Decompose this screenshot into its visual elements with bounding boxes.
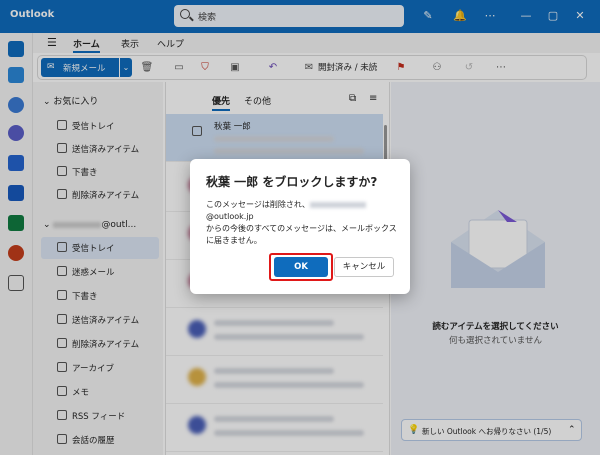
blurred-email-user [309, 201, 366, 208]
dialog-message: このメッセージは削除され、 @outlook.jp からの今後のすべてのメッセージ… [206, 199, 401, 247]
dialog-message-email: @outlook.jp [206, 212, 254, 221]
dialog-message-part-1: このメッセージは削除され、 [206, 200, 310, 209]
cancel-button[interactable]: キャンセル [334, 257, 394, 277]
block-sender-dialog: 秋葉 一郎 をブロックしますか? このメッセージは削除され、 @outlook.j… [190, 159, 410, 294]
dialog-message-part-2: からの今後のすべてのメッセージは、メールボックスに届きません。 [206, 224, 397, 245]
dialog-title: 秋葉 一郎 をブロックしますか? [206, 175, 378, 189]
ok-button[interactable]: OK [274, 257, 328, 277]
